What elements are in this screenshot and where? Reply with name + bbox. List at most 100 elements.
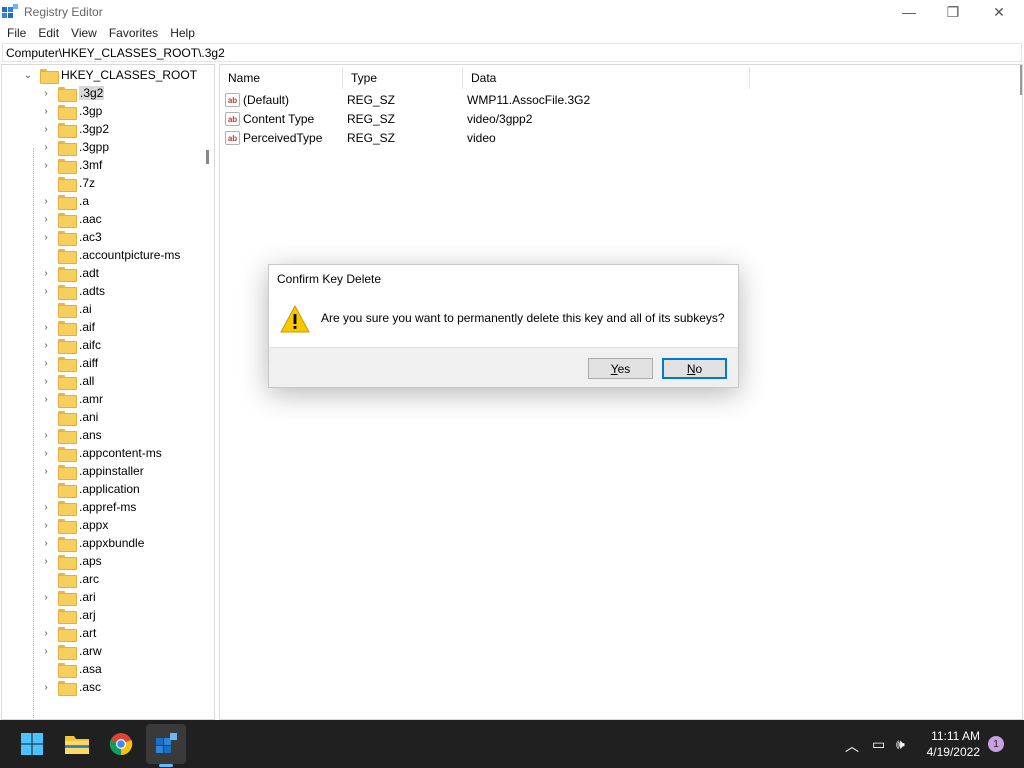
tree-item[interactable]: › .appref-ms [40,498,136,516]
chevron-right-icon[interactable]: › [40,141,52,153]
tree-item[interactable]: › .ans [40,426,102,444]
value-row[interactable]: ab (Default) REG_SZ WMP11.AssocFile.3G2 [225,91,590,109]
chevron-right-icon[interactable]: › [40,123,52,135]
tree-item[interactable]: .ai [40,300,92,318]
tree-item[interactable]: › .aifc [40,336,101,354]
tree-item[interactable]: › .amr [40,390,103,408]
tree-item[interactable]: › .appx [40,516,108,534]
chevron-up-icon[interactable]: ︿ [845,736,859,756]
clock[interactable]: 11:11 AM 4/19/2022 [927,728,980,760]
tree-item[interactable]: › .3gp2 [40,120,109,138]
value-row[interactable]: ab Content Type REG_SZ video/3gpp2 [225,110,532,128]
tree-item[interactable]: › .arw [40,642,102,660]
chevron-right-icon[interactable]: › [40,627,52,639]
yes-button[interactable]: Yes [588,358,653,379]
column-type-header[interactable]: Type [343,67,463,89]
tree-root[interactable]: ⌄ HKEY_CLASSES_ROOT [22,66,197,84]
chevron-down-icon[interactable]: ⌄ [22,69,34,81]
registry-editor-taskbar-button[interactable] [150,728,182,760]
chevron-right-icon[interactable]: › [40,591,52,603]
folder-icon [58,266,77,282]
folder-icon [58,572,77,588]
chevron-right-icon[interactable]: › [40,681,52,693]
tree-item[interactable]: › .adts [40,282,105,300]
values-list[interactable]: Name Type Data ab (Default) REG_SZ WMP11.As… [219,64,1023,720]
value-row[interactable]: ab PerceivedType REG_SZ video [225,129,496,147]
chevron-right-icon[interactable]: › [40,87,52,99]
tree-item[interactable]: › .ac3 [40,228,102,246]
chrome-button[interactable] [105,728,137,760]
chevron-right-icon[interactable]: › [40,321,52,333]
chevron-right-icon[interactable]: › [40,213,52,225]
chevron-right-icon[interactable]: › [40,519,52,531]
tree-item[interactable]: › .aac [40,210,102,228]
folder-icon [58,158,77,174]
chevron-right-icon[interactable]: › [40,465,52,477]
maximize-button[interactable]: ❐ [930,0,976,24]
chevron-right-icon[interactable]: › [40,285,52,297]
address-bar[interactable]: Computer\HKEY_CLASSES_ROOT\.3g2 [2,43,1022,62]
no-button[interactable]: No [662,358,727,379]
tree-guide-line [33,148,34,719]
string-value-icon: ab [225,112,240,126]
minimize-button[interactable]: — [886,0,932,24]
tree-item[interactable]: .arc [40,570,99,588]
chevron-right-icon[interactable]: › [40,159,52,171]
value-type: REG_SZ [347,93,396,107]
close-button[interactable]: ✕ [976,0,1022,24]
folder-icon [58,140,77,156]
list-scrollbar[interactable] [1020,65,1022,95]
chevron-right-icon[interactable]: › [40,357,52,369]
chevron-right-icon[interactable]: › [40,429,52,441]
chevron-right-icon[interactable]: › [40,231,52,243]
chevron-right-icon[interactable]: › [40,537,52,549]
chevron-right-icon[interactable]: › [40,555,52,567]
chevron-right-icon[interactable]: › [40,501,52,513]
chevron-right-icon[interactable]: › [40,339,52,351]
menu-favorites[interactable]: Favorites [102,26,163,40]
tree-item[interactable]: .arj [40,606,96,624]
menu-file[interactable]: File [0,26,31,40]
chevron-right-icon[interactable]: › [40,105,52,117]
tree-item[interactable]: › .art [40,624,96,642]
tree-item[interactable]: › .aif [40,318,95,336]
file-explorer-button[interactable] [61,728,93,760]
start-button[interactable] [16,728,48,760]
tree-item[interactable]: › .3g2 [40,84,105,102]
chevron-right-icon[interactable]: › [40,195,52,207]
volume-icon[interactable]: 🕪 [896,736,905,753]
network-icon[interactable]: ▭ [872,736,885,753]
chevron-right-icon[interactable]: › [40,447,52,459]
tree-item[interactable]: › .adt [40,264,99,282]
tree-item[interactable]: › .3gp [40,102,102,120]
tree-item[interactable]: › .3mf [40,156,102,174]
chevron-right-icon[interactable]: › [40,645,52,657]
tree-item[interactable]: .accountpicture-ms [40,246,180,264]
key-tree[interactable]: ⌄ HKEY_CLASSES_ROOT › .3g2 › .3gp › .3gp2 › .3g… [1,64,215,720]
menu-help[interactable]: Help [163,26,200,40]
tree-item[interactable]: › .all [40,372,94,390]
notification-badge[interactable]: 1 [988,736,1004,752]
column-data-header[interactable]: Data [463,67,750,89]
menu-edit[interactable]: Edit [31,26,64,40]
chevron-right-icon[interactable]: › [40,267,52,279]
tree-item[interactable]: .application [40,480,140,498]
tree-item[interactable]: › .appxbundle [40,534,144,552]
tree-item[interactable]: .7z [40,174,95,192]
tree-item[interactable]: › .appinstaller [40,462,144,480]
tree-item[interactable]: › .aps [40,552,102,570]
chevron-right-icon[interactable]: › [40,393,52,405]
tree-scrollbar[interactable] [206,150,209,164]
column-name-header[interactable]: Name [220,67,343,89]
tree-item[interactable]: › .appcontent-ms [40,444,162,462]
tree-item[interactable]: › .asc [40,678,101,696]
tree-item[interactable]: › .3gpp [40,138,109,156]
tree-item[interactable]: .asa [40,660,102,678]
tree-item[interactable]: › .ari [40,588,96,606]
tree-item[interactable]: › .a [40,192,89,210]
chevron-right-icon[interactable]: › [40,375,52,387]
tree-item[interactable]: .ani [40,408,98,426]
menu-view[interactable]: View [64,26,102,40]
tree-item[interactable]: › .aiff [40,354,98,372]
tree-item-label: .ac3 [79,230,102,244]
